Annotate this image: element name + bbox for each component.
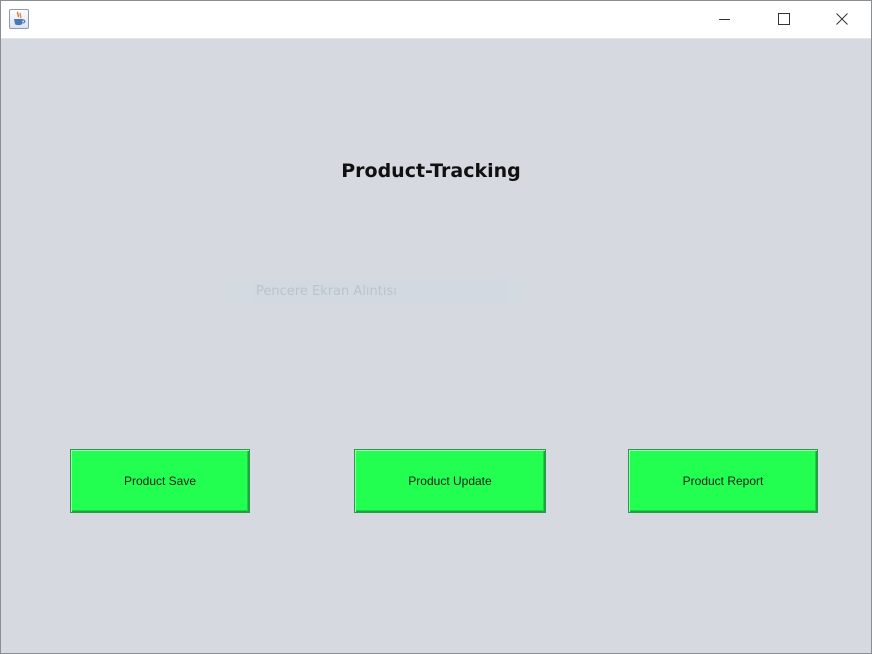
product-report-button[interactable]: Product Report (628, 449, 818, 513)
product-update-button[interactable]: Product Update (354, 449, 546, 513)
title-bar[interactable] (1, 1, 871, 39)
maximize-button[interactable] (760, 1, 806, 38)
java-cup-icon[interactable] (9, 9, 29, 29)
minimize-icon (719, 19, 730, 20)
ghost-tooltip: Pencere Ekran Alıntısı (222, 280, 523, 305)
ghost-tooltip-text: Pencere Ekran Alıntısı (256, 284, 397, 299)
product-save-button[interactable]: Product Save (70, 449, 250, 513)
minimize-button[interactable] (701, 1, 747, 38)
app-window: Product-Tracking Pencere Ekran Alıntısı … (0, 0, 872, 654)
page-title: Product-Tracking (341, 160, 521, 182)
main-panel: Product-Tracking Pencere Ekran Alıntısı … (1, 39, 871, 653)
maximize-icon (778, 13, 790, 25)
close-icon (836, 13, 848, 25)
close-button[interactable] (819, 1, 865, 38)
